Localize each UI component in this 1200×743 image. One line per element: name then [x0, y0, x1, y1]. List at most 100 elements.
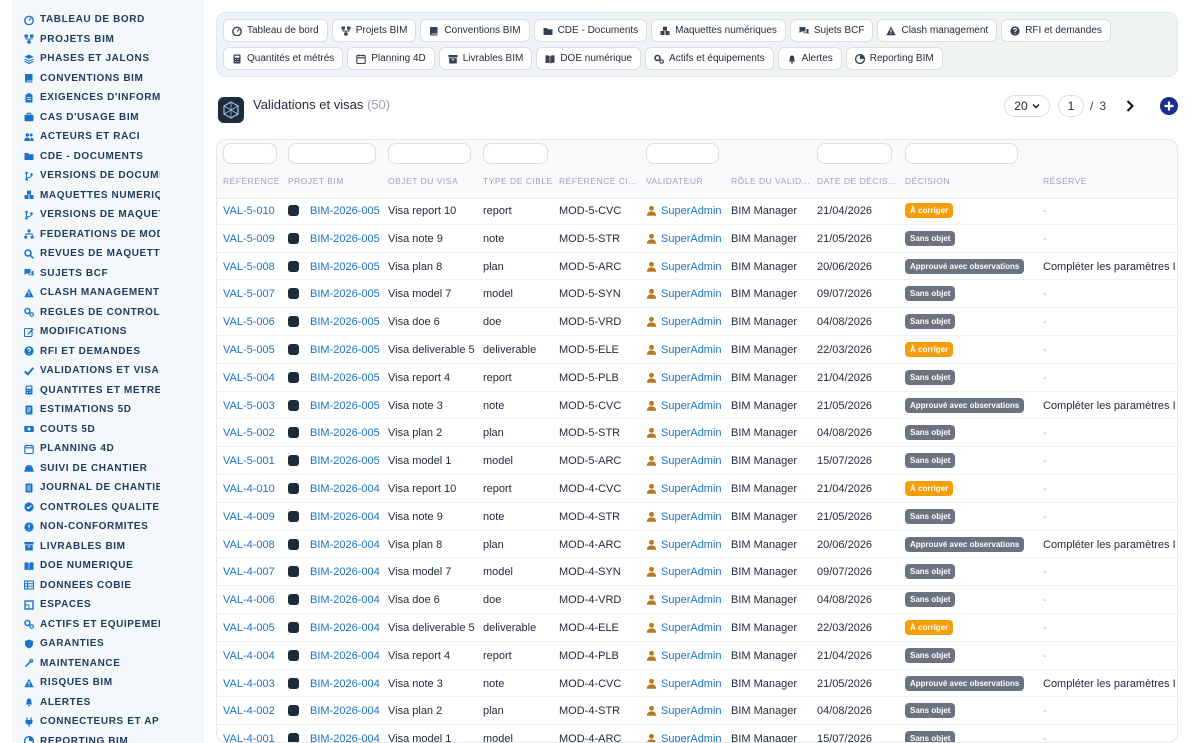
table-row[interactable]: VAL-5-009 BIM-2026-005 Visa note 9 note MOD-… [217, 225, 1177, 253]
table-row[interactable]: VAL-4-009 BIM-2026-004 Visa note 9 note MOD-… [217, 503, 1177, 531]
project-link[interactable]: BIM-2026-005 [310, 427, 380, 439]
reference-link[interactable]: VAL-5-003 [223, 400, 275, 412]
validator-link[interactable]: SuperAdmin [661, 372, 722, 384]
column-header[interactable]: DATE DE DÉCIS... [817, 176, 897, 186]
reference-link[interactable]: VAL-5-006 [223, 316, 275, 328]
nav-button-sujets-bcf[interactable]: Sujets BCF [789, 19, 874, 42]
sidebar-item-reporting-bim[interactable]: REPORTING BIM [12, 732, 204, 743]
column-filter-input[interactable] [905, 143, 1018, 164]
table-row[interactable]: VAL-4-007 BIM-2026-004 Visa model 7 model MO… [217, 558, 1177, 587]
nav-button-cde-documents[interactable]: CDE - Documents [533, 19, 648, 42]
column-header[interactable]: OBJET DU VISA [388, 176, 458, 186]
sidebar-item-estimations-5d[interactable]: ESTIMATIONS 5D [12, 400, 204, 420]
sidebar-item-federations-de-mode[interactable]: FÉDÉRATIONS DE MODÈ [12, 225, 204, 245]
sidebar-item-couts-5d[interactable]: COÛTS 5D [12, 420, 204, 440]
reference-link[interactable]: VAL-4-001 [223, 733, 275, 742]
nav-button-quantites-et-metres[interactable]: Quantités et métrés [223, 47, 344, 70]
project-link[interactable]: BIM-2026-004 [310, 511, 380, 523]
column-header[interactable]: RÉFÉRENCE [223, 176, 280, 186]
nav-button-conventions-bim[interactable]: Conventions BIM [420, 19, 530, 42]
column-header[interactable]: DÉCISION [905, 176, 950, 186]
sidebar-item-rfi-et-demandes[interactable]: RFI ET DEMANDES [12, 342, 204, 362]
sidebar-item-connecteurs-et-api[interactable]: CONNECTEURS ET API [12, 712, 204, 732]
table-row[interactable]: VAL-4-002 BIM-2026-004 Visa plan 2 plan MOD-… [217, 697, 1177, 726]
project-link[interactable]: BIM-2026-005 [310, 233, 380, 245]
validator-link[interactable]: SuperAdmin [661, 261, 722, 273]
reference-link[interactable]: VAL-5-004 [223, 372, 275, 384]
reference-link[interactable]: VAL-4-005 [223, 622, 275, 634]
nav-button-clash-management[interactable]: Clash management [877, 19, 998, 42]
validator-link[interactable]: SuperAdmin [661, 483, 722, 495]
sidebar-item-journal-de-chantier[interactable]: JOURNAL DE CHANTIER [12, 478, 204, 498]
validator-link[interactable]: SuperAdmin [661, 622, 722, 634]
sidebar-item-quantites-et-metres[interactable]: QUANTITÉS ET MÉTRÉS [12, 381, 204, 401]
sidebar-item-maintenance[interactable]: MAINTENANCE [12, 654, 204, 674]
sidebar-item-actifs-et-equipement[interactable]: ACTIFS ET ÉQUIPEMENT [12, 615, 204, 635]
validator-link[interactable]: SuperAdmin [661, 233, 722, 245]
column-header[interactable]: VALIDATEUR [646, 176, 703, 186]
table-row[interactable]: VAL-4-005 BIM-2026-004 Visa deliverable 5 d… [217, 614, 1177, 642]
table-row[interactable]: VAL-4-010 BIM-2026-004 Visa report 10 repor… [217, 475, 1177, 503]
sidebar-item-doe-numerique[interactable]: DOE NUMÉRIQUE [12, 556, 204, 576]
validator-link[interactable]: SuperAdmin [661, 566, 722, 578]
reference-link[interactable]: VAL-4-007 [223, 566, 275, 578]
project-link[interactable]: BIM-2026-004 [310, 678, 380, 690]
sidebar-item-cas-d-usage-bim[interactable]: CAS D'USAGE BIM [12, 108, 204, 128]
table-row[interactable]: VAL-5-006 BIM-2026-005 Visa doe 6 doe MOD-5-… [217, 308, 1177, 336]
current-page-input[interactable]: 1 [1057, 95, 1084, 117]
sidebar-item-non-conformites[interactable]: NON-CONFORMITÉS [12, 517, 204, 537]
table-row[interactable]: VAL-5-002 BIM-2026-005 Visa plan 2 plan MOD-… [217, 419, 1177, 448]
reference-link[interactable]: VAL-4-003 [223, 678, 275, 690]
table-row[interactable]: VAL-5-007 BIM-2026-005 Visa model 7 model MO… [217, 280, 1177, 309]
sidebar-item-livrables-bim[interactable]: LIVRABLES BIM [12, 537, 204, 557]
sidebar-item-exigences-d-informati[interactable]: EXIGENCES D'INFORMATI [12, 88, 204, 108]
sidebar-item-modifications[interactable]: MODIFICATIONS [12, 322, 204, 342]
sidebar-item-clash-management[interactable]: CLASH MANAGEMENT [12, 283, 204, 303]
reference-link[interactable]: VAL-4-008 [223, 539, 275, 551]
column-header[interactable]: PROJET BIM [288, 176, 344, 186]
reference-link[interactable]: VAL-4-009 [223, 511, 275, 523]
validator-link[interactable]: SuperAdmin [661, 316, 722, 328]
project-link[interactable]: BIM-2026-005 [310, 288, 380, 300]
validator-link[interactable]: SuperAdmin [661, 678, 722, 690]
table-row[interactable]: VAL-5-004 BIM-2026-005 Visa report 4 report… [217, 364, 1177, 392]
reference-link[interactable]: VAL-5-008 [223, 261, 275, 273]
project-link[interactable]: BIM-2026-004 [310, 539, 380, 551]
sidebar-item-projets-bim[interactable]: PROJETS BIM [12, 30, 204, 50]
sidebar-item-controles-qualite[interactable]: CONTRÔLES QUALITÉ [12, 498, 204, 518]
nav-button-actifs-et-equipements[interactable]: Actifs et équipements [645, 47, 774, 70]
reference-link[interactable]: VAL-4-002 [223, 705, 275, 717]
reference-link[interactable]: VAL-4-006 [223, 594, 275, 606]
nav-button-doe-numerique[interactable]: DOE numérique [536, 47, 642, 70]
table-row[interactable]: VAL-5-005 BIM-2026-005 Visa deliverable 5 d… [217, 336, 1177, 364]
nav-button-projets-bim[interactable]: Projets BIM [331, 19, 417, 42]
validator-link[interactable]: SuperAdmin [661, 705, 722, 717]
column-filter-input[interactable] [483, 143, 548, 164]
column-header[interactable]: RÔLE DU VALID... [731, 176, 810, 186]
sidebar-item-donnees-cobie[interactable]: DONNÉES COBIE [12, 576, 204, 596]
validator-link[interactable]: SuperAdmin [661, 205, 722, 217]
reference-link[interactable]: VAL-5-001 [223, 455, 275, 467]
sidebar-item-sujets-bcf[interactable]: SUJETS BCF [12, 264, 204, 284]
column-filter-input[interactable] [288, 143, 376, 164]
sidebar-item-versions-de-maquett[interactable]: VERSIONS DE MAQUETT [12, 205, 204, 225]
reference-link[interactable]: VAL-4-004 [223, 650, 275, 662]
sidebar-item-regles-de-controle[interactable]: RÈGLES DE CONTRÔLE [12, 303, 204, 323]
validator-link[interactable]: SuperAdmin [661, 344, 722, 356]
project-link[interactable]: BIM-2026-005 [310, 316, 380, 328]
validator-link[interactable]: SuperAdmin [661, 400, 722, 412]
page-size-select[interactable]: 20 [1003, 95, 1050, 117]
sidebar-item-suivi-de-chantier[interactable]: SUIVI DE CHANTIER [12, 459, 204, 479]
project-link[interactable]: BIM-2026-004 [310, 705, 380, 717]
sidebar-item-maquettes-numeriqu[interactable]: MAQUETTES NUMÉRIQU [12, 186, 204, 206]
table-row[interactable]: VAL-5-010 BIM-2026-005 Visa report 10 repor… [217, 197, 1177, 225]
sidebar-item-revues-de-maquettes[interactable]: REVUES DE MAQUETTES [12, 244, 204, 264]
sidebar-item-phases-et-jalons[interactable]: PHASES ET JALONS [12, 49, 204, 69]
table-row[interactable]: VAL-4-006 BIM-2026-004 Visa doe 6 doe MOD-4-… [217, 586, 1177, 614]
sidebar-item-espaces[interactable]: ESPACES [12, 595, 204, 615]
table-row[interactable]: VAL-4-004 BIM-2026-004 Visa report 4 report… [217, 642, 1177, 670]
nav-button-planning-4d[interactable]: Planning 4D [347, 47, 435, 70]
column-filter-input[interactable] [817, 143, 892, 164]
sidebar-item-planning-4d[interactable]: PLANNING 4D [12, 439, 204, 459]
nav-button-rfi-et-demandes[interactable]: RFI et demandes [1001, 19, 1111, 42]
